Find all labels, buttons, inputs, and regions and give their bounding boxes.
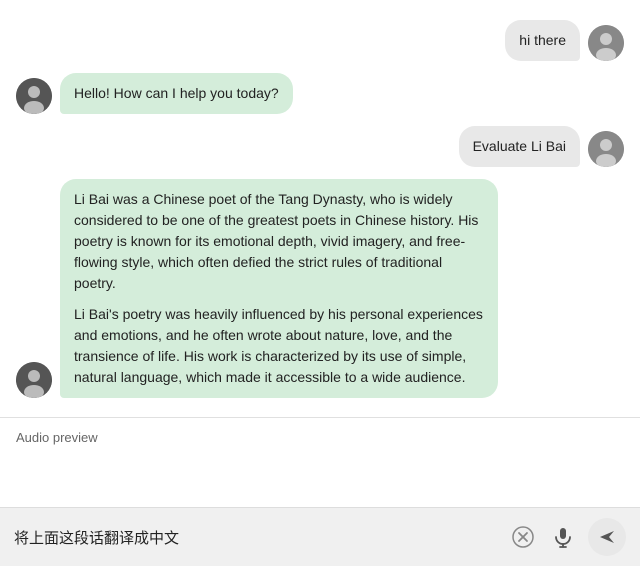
send-button[interactable] <box>588 518 626 556</box>
input-section <box>0 507 640 566</box>
user-avatar <box>588 131 624 167</box>
message-row: Evaluate Li Bai <box>16 126 624 167</box>
message-row: hi there <box>16 20 624 61</box>
send-icon <box>597 527 617 547</box>
user-bubble: Evaluate Li Bai <box>459 126 580 167</box>
bot-bubble: Hello! How can I help you today? <box>60 73 293 114</box>
user-bubble: hi there <box>505 20 580 61</box>
message-row: Hello! How can I help you today? <box>16 73 624 114</box>
bot-bubble: Li Bai was a Chinese poet of the Tang Dy… <box>60 179 498 398</box>
mic-icon <box>552 526 574 548</box>
audio-preview-section: Audio preview <box>0 417 640 507</box>
message-paragraph: Li Bai's poetry was heavily influenced b… <box>74 304 484 388</box>
clear-icon <box>512 526 534 548</box>
bot-avatar <box>16 362 52 398</box>
bot-avatar <box>16 78 52 114</box>
message-text: Hello! How can I help you today? <box>74 85 279 101</box>
audio-preview-label: Audio preview <box>16 430 624 445</box>
user-avatar <box>588 25 624 61</box>
message-text: Evaluate Li Bai <box>473 138 566 154</box>
message-input[interactable] <box>14 525 498 550</box>
message-row: Li Bai was a Chinese poet of the Tang Dy… <box>16 179 624 398</box>
chat-container: hi there Hello! How can I help you today… <box>0 0 640 507</box>
message-paragraph: Li Bai was a Chinese poet of the Tang Dy… <box>74 189 484 294</box>
clear-button[interactable] <box>508 522 538 552</box>
message-text: hi there <box>519 32 566 48</box>
mic-button[interactable] <box>548 522 578 552</box>
messages-area: hi there Hello! How can I help you today… <box>0 0 640 417</box>
